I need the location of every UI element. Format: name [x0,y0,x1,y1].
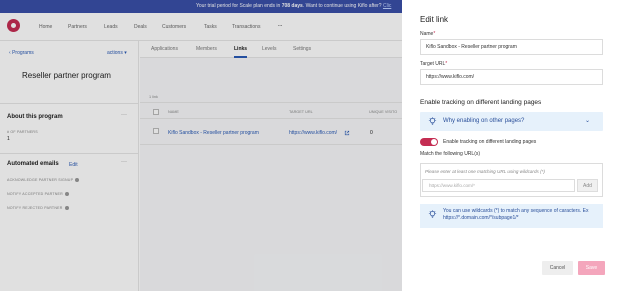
target-url-input[interactable]: https://www.kiflo.com/ [420,69,603,85]
wildcard-info-text: You can use wildcards (*) to match any s… [443,208,589,221]
cancel-button[interactable]: Cancel [542,261,573,275]
modal-backdrop[interactable] [0,0,402,291]
lightbulb-icon [428,210,437,218]
tracking-section-title: Enable tracking on different landing pag… [420,99,542,106]
toggle-knob [431,139,437,145]
match-urls-label: Match the following URL(s) [420,151,481,157]
accordion-label[interactable]: Why enabling on other pages? [443,118,524,124]
required-mark: * [445,61,448,67]
match-url-input[interactable]: https://www.kiflo.com/* [422,179,575,192]
save-button[interactable]: Save [578,261,605,275]
match-urls-hint: Please enter at least one matching URL u… [425,169,545,174]
add-url-button[interactable]: Add [577,179,598,192]
lightbulb-icon [428,117,437,125]
chevron-down-icon[interactable]: ⌄ [585,117,590,124]
target-url-label: Target URL* [420,61,447,67]
toggle-label: Enable tracking on different landing pag… [443,139,537,145]
name-input[interactable]: Kiflo Sandbox - Reseller partner program [420,39,603,55]
required-mark: * [433,31,436,37]
name-label-text: Name [420,31,434,37]
name-label: Name* [420,31,435,37]
panel-title: Edit link [420,15,449,24]
target-url-label-text: Target URL [420,61,446,67]
